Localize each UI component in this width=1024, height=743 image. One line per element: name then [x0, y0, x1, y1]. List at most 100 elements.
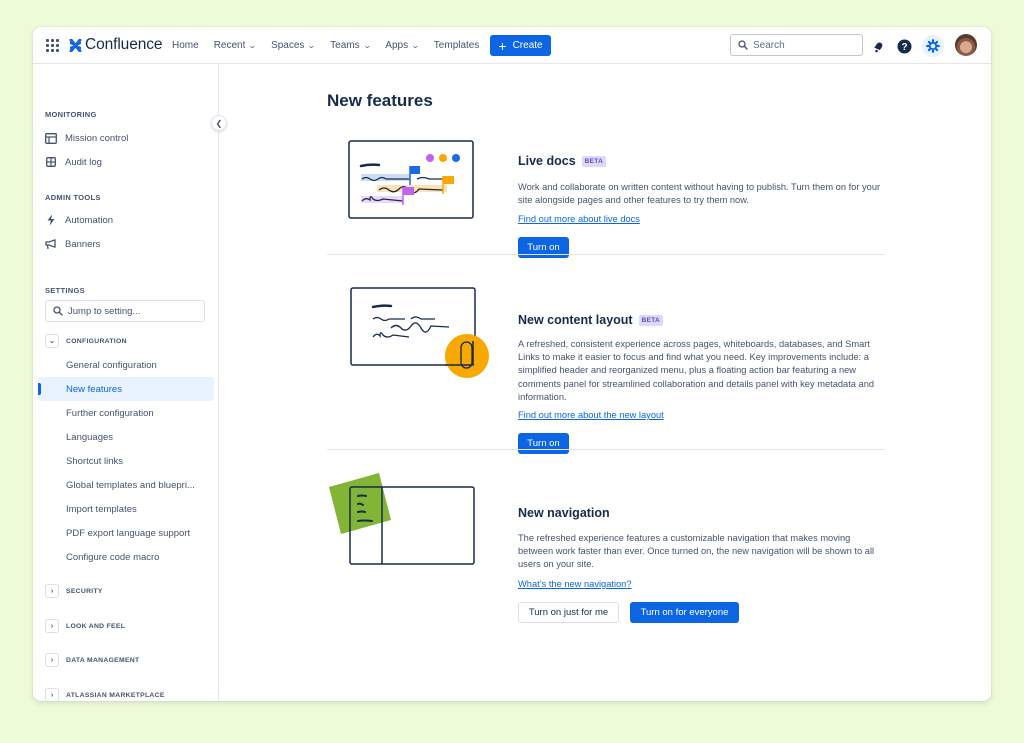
- notifications-icon: [873, 42, 882, 52]
- feature-description: Work and collaborate on written content …: [518, 182, 881, 206]
- jump-to-setting-input[interactable]: Jump to setting...: [45, 300, 205, 322]
- svg-text:?: ?: [901, 42, 907, 53]
- group-look-and-feel[interactable]: › LOOK AND FEEL: [45, 619, 125, 633]
- help-button[interactable]: ?: [893, 35, 915, 57]
- divider: [327, 449, 885, 450]
- page-title: New features: [327, 91, 433, 110]
- section-label-admin-tools: ADMIN TOOLS: [45, 193, 101, 202]
- search-placeholder: Search: [753, 39, 785, 51]
- sidebar-item-further-configuration[interactable]: Further configuration: [66, 408, 154, 419]
- nav-spaces[interactable]: Spaces ⌄: [271, 40, 317, 51]
- chevron-right-icon: ›: [45, 584, 59, 598]
- nav-apps-label: Apps: [385, 40, 409, 51]
- sidebar-item-shortcut-links[interactable]: Shortcut links: [66, 456, 123, 467]
- nav-home-label: Home: [172, 40, 199, 51]
- sidebar-item-new-features[interactable]: New features: [66, 384, 122, 395]
- app-switcher-icon[interactable]: [46, 39, 59, 52]
- settings-icon: [926, 39, 940, 53]
- sidebar-item-pdf-export-language[interactable]: PDF export language support: [66, 528, 190, 539]
- content-layout-learn-more-link[interactable]: Find out more about the new layout: [518, 410, 664, 420]
- plus-icon: +: [498, 37, 507, 54]
- nav-recent[interactable]: Recent ⌄: [213, 40, 258, 51]
- feature-live-docs: Live docs BETA Work and collaborate on w…: [327, 127, 885, 258]
- group-label: SECURITY: [66, 587, 103, 595]
- collapse-sidebar-button[interactable]: ❮: [211, 115, 227, 131]
- nav-teams[interactable]: Teams ⌄: [330, 40, 372, 51]
- feature-title-text: Live docs: [518, 154, 576, 168]
- feature-title-text: New navigation: [518, 506, 610, 520]
- live-docs-illustration: [348, 140, 474, 219]
- group-label: ATLASSIAN MARKETPLACE: [66, 691, 165, 699]
- primary-nav: Home Recent ⌄ Spaces ⌄ Teams ⌄ Apps ⌄ Templa…: [172, 27, 494, 64]
- chevron-left-icon: ❮: [215, 118, 223, 128]
- feature-new-content-layout: New content layout BETA A refreshed, con…: [327, 272, 885, 454]
- confluence-logo[interactable]: Confluence: [69, 36, 163, 54]
- lightning-icon: [45, 214, 57, 226]
- group-label: DATA MANAGEMENT: [66, 656, 140, 664]
- group-data-management[interactable]: › DATA MANAGEMENT: [45, 653, 139, 667]
- group-configuration[interactable]: ⌄ CONFIGURATION: [45, 334, 127, 348]
- feature-title-text: New content layout: [518, 313, 633, 327]
- confluence-logo-icon: [69, 38, 82, 52]
- sidebar-item-configure-code-macro[interactable]: Configure code macro: [66, 552, 159, 563]
- group-atlassian-marketplace[interactable]: › ATLASSIAN MARKETPLACE: [45, 688, 165, 701]
- group-security[interactable]: › SECURITY: [45, 584, 103, 598]
- beta-badge: BETA: [581, 155, 607, 167]
- chevron-down-icon: ⌄: [411, 41, 420, 50]
- nav-templates-label: Templates: [433, 40, 480, 51]
- top-navigation: Confluence Home Recent ⌄ Spaces ⌄ Teams ⌄ A…: [33, 27, 991, 64]
- feature-new-navigation: New navigation The refreshed experience …: [327, 467, 885, 623]
- navigation-illustration: [329, 473, 475, 565]
- chevron-right-icon: ›: [45, 619, 59, 633]
- sidebar-item-label: Audit log: [65, 156, 102, 168]
- chevron-down-icon: ⌄: [307, 41, 317, 50]
- sidebar-item-automation[interactable]: Automation: [45, 212, 113, 228]
- notifications-button[interactable]: [867, 35, 889, 57]
- turn-on-for-everyone-button[interactable]: Turn on for everyone: [630, 602, 739, 623]
- nav-templates[interactable]: Templates: [434, 40, 480, 51]
- sidebar-item-import-templates[interactable]: Import templates: [66, 504, 137, 515]
- content-layout-turn-on-button[interactable]: Turn on: [518, 433, 569, 454]
- sidebar-item-languages[interactable]: Languages: [66, 432, 113, 443]
- sidebar: ❮ MONITORING Mission control Audit log A…: [33, 64, 227, 701]
- sidebar-item-label: Banners: [65, 238, 101, 250]
- nav-home[interactable]: Home: [172, 40, 199, 51]
- sidebar-item-global-templates[interactable]: Global templates and bluepri...: [66, 480, 195, 491]
- navigation-learn-more-link[interactable]: What’s the new navigation?: [518, 579, 632, 589]
- chevron-down-icon: ⌄: [362, 41, 372, 50]
- megaphone-icon: [45, 238, 57, 250]
- feature-description: A refreshed, consistent experience acros…: [518, 339, 875, 402]
- chevron-down-icon: ⌄: [248, 41, 258, 50]
- help-icon: ?: [897, 39, 911, 53]
- jump-placeholder: Jump to setting...: [68, 305, 141, 317]
- group-label: LOOK AND FEEL: [66, 622, 126, 630]
- sidebar-item-label: Automation: [65, 214, 114, 226]
- section-label-settings: SETTINGS: [45, 286, 85, 295]
- sidebar-item-mission-control[interactable]: Mission control: [45, 130, 128, 146]
- settings-button[interactable]: [922, 35, 944, 57]
- sidebar-item-general-configuration[interactable]: General configuration: [66, 360, 157, 371]
- nav-spaces-label: Spaces: [271, 40, 305, 51]
- create-label: Create: [512, 40, 543, 51]
- feature-description: The refreshed experience features a cust…: [518, 533, 875, 570]
- nav-recent-label: Recent: [213, 40, 246, 51]
- feature-title: New navigation: [518, 506, 610, 520]
- sidebar-item-label: Mission control: [65, 132, 129, 144]
- feature-title: New content layout BETA: [518, 313, 664, 327]
- section-label-monitoring: MONITORING: [45, 110, 97, 119]
- app-name: Confluence: [85, 36, 163, 53]
- create-button[interactable]: + Create: [490, 35, 551, 56]
- turn-on-just-for-me-button[interactable]: Turn on just for me: [518, 602, 619, 623]
- search-input[interactable]: Search: [730, 34, 863, 56]
- beta-badge: BETA: [638, 314, 664, 326]
- chevron-right-icon: ›: [45, 653, 59, 667]
- search-icon: [53, 306, 63, 316]
- dashboard-icon: [45, 132, 57, 144]
- divider: [327, 254, 885, 255]
- group-label: CONFIGURATION: [66, 337, 127, 345]
- nav-apps[interactable]: Apps ⌄: [385, 40, 420, 51]
- sidebar-item-banners[interactable]: Banners: [45, 236, 100, 252]
- live-docs-learn-more-link[interactable]: Find out more about live docs: [518, 214, 640, 224]
- sidebar-item-audit-log[interactable]: Audit log: [45, 154, 102, 170]
- avatar[interactable]: [955, 34, 977, 56]
